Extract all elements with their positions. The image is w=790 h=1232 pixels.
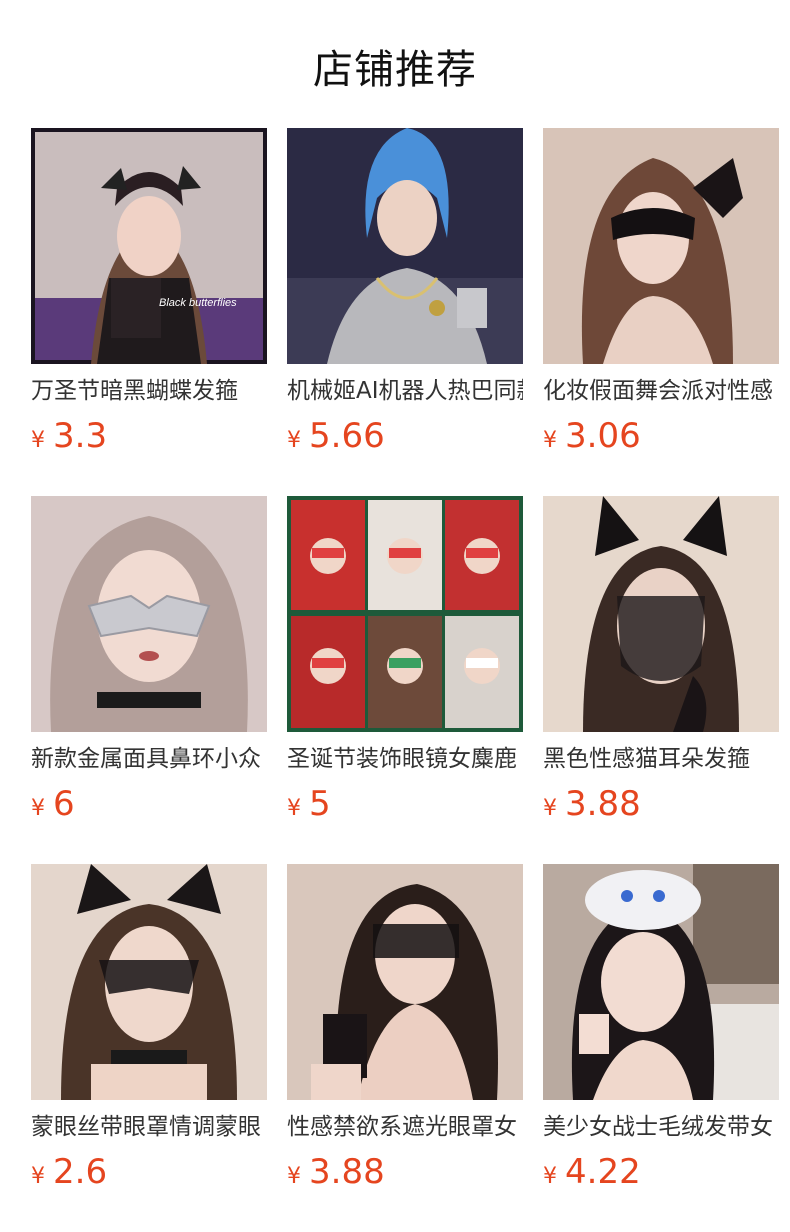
price-value: 3.88 — [309, 1152, 385, 1192]
product-card[interactable]: 黑色性感猫耳朵发箍 ¥3.88 — [543, 496, 779, 836]
product-price: ¥5 — [287, 782, 331, 826]
product-title[interactable]: 万圣节暗黑蝴蝶发箍 — [31, 374, 267, 408]
currency-symbol: ¥ — [543, 796, 557, 821]
price-value: 2.6 — [53, 1152, 108, 1192]
currency-symbol: ¥ — [31, 428, 45, 453]
product-title[interactable]: 化妆假面舞会派对性感 — [543, 374, 779, 408]
price-value: 3.88 — [565, 784, 641, 824]
product-card[interactable]: Black butterflies 万圣节暗黑蝴蝶发箍 ¥3.3 — [31, 128, 267, 468]
currency-symbol: ¥ — [287, 1164, 301, 1189]
product-image[interactable] — [31, 496, 267, 732]
page-title: 店铺推荐 — [313, 47, 477, 93]
page-header: 店铺推荐 — [0, 0, 790, 128]
currency-symbol: ¥ — [287, 796, 301, 821]
price-value: 5.66 — [309, 416, 385, 456]
product-title[interactable]: 机械姬AI机器人热巴同款 — [287, 374, 523, 408]
product-card[interactable]: 美少女战士毛绒发带女 ¥4.22 — [543, 864, 779, 1204]
product-image[interactable] — [31, 864, 267, 1100]
product-title[interactable]: 新款金属面具鼻环小众 — [31, 742, 267, 776]
product-title[interactable]: 蒙眼丝带眼罩情调蒙眼 — [31, 1110, 267, 1144]
product-price: ¥3.88 — [543, 782, 641, 826]
product-image[interactable] — [287, 496, 523, 732]
price-value: 3.3 — [53, 416, 108, 456]
product-card[interactable]: 性感禁欲系遮光眼罩女 ¥3.88 — [287, 864, 523, 1204]
price-value: 3.06 — [565, 416, 641, 456]
product-image[interactable] — [287, 864, 523, 1100]
product-price: ¥4.22 — [543, 1150, 641, 1194]
product-image[interactable] — [543, 128, 779, 364]
product-image[interactable] — [543, 864, 779, 1100]
product-price: ¥2.6 — [31, 1150, 107, 1194]
product-card[interactable]: 新款金属面具鼻环小众 ¥6 — [31, 496, 267, 836]
product-title[interactable]: 黑色性感猫耳朵发箍 — [543, 742, 779, 776]
product-price: ¥3.3 — [31, 414, 107, 458]
product-price: ¥5.66 — [287, 414, 385, 458]
product-price: ¥3.06 — [543, 414, 641, 458]
currency-symbol: ¥ — [543, 428, 557, 453]
price-value: 6 — [53, 784, 75, 824]
currency-symbol: ¥ — [31, 796, 45, 821]
currency-symbol: ¥ — [543, 1164, 557, 1189]
product-image[interactable] — [287, 128, 523, 364]
product-card[interactable]: 圣诞节装饰眼镜女麋鹿 ¥5 — [287, 496, 523, 836]
price-value: 5 — [309, 784, 331, 824]
product-title[interactable]: 圣诞节装饰眼镜女麋鹿 — [287, 742, 523, 776]
product-image[interactable] — [543, 496, 779, 732]
price-value: 4.22 — [565, 1152, 641, 1192]
product-card[interactable]: 蒙眼丝带眼罩情调蒙眼 ¥2.6 — [31, 864, 267, 1204]
product-title[interactable]: 性感禁欲系遮光眼罩女 — [287, 1110, 523, 1144]
product-image[interactable]: Black butterflies — [31, 128, 267, 364]
product-price: ¥3.88 — [287, 1150, 385, 1194]
currency-symbol: ¥ — [31, 1164, 45, 1189]
product-card[interactable]: 化妆假面舞会派对性感 ¥3.06 — [543, 128, 779, 468]
product-title[interactable]: 美少女战士毛绒发带女 — [543, 1110, 779, 1144]
product-card[interactable]: 机械姬AI机器人热巴同款 ¥5.66 — [287, 128, 523, 468]
product-price: ¥6 — [31, 782, 75, 826]
currency-symbol: ¥ — [287, 428, 301, 453]
overlay-text: Black butterflies — [159, 297, 237, 309]
